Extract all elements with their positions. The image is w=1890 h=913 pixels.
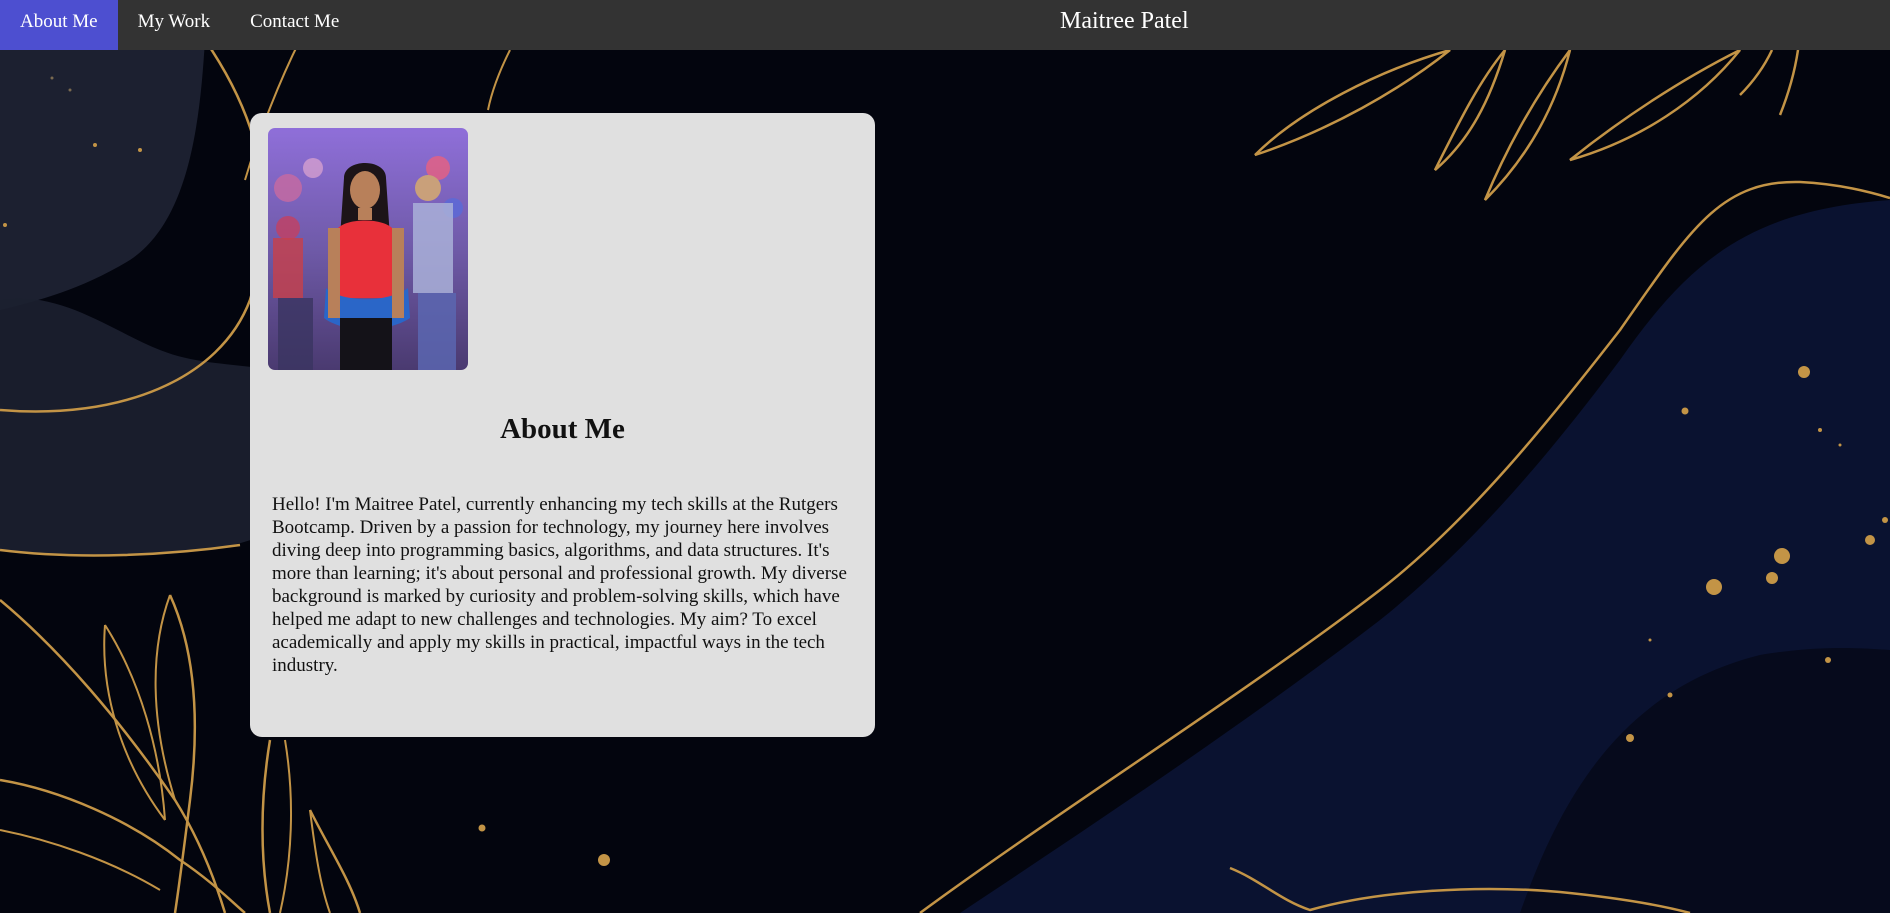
profile-photo bbox=[268, 128, 468, 370]
about-text: Hello! I'm Maitree Patel, currently enha… bbox=[272, 494, 847, 676]
nav-link-contact-me[interactable]: Contact Me bbox=[230, 0, 359, 50]
navbar: About Me My Work Contact Me Maitree Pate… bbox=[0, 0, 1890, 50]
page: About Me My Work Contact Me Maitree Pate… bbox=[0, 0, 1890, 913]
site-title: Maitree Patel bbox=[1060, 8, 1189, 34]
nav-link-my-work[interactable]: My Work bbox=[118, 0, 231, 50]
nav-link-about-me[interactable]: About Me bbox=[0, 0, 118, 50]
about-heading: About Me bbox=[500, 413, 625, 445]
about-card: About Me Hello! I'm Maitree Patel, curre… bbox=[250, 113, 875, 737]
nav-links: About Me My Work Contact Me bbox=[0, 0, 359, 50]
